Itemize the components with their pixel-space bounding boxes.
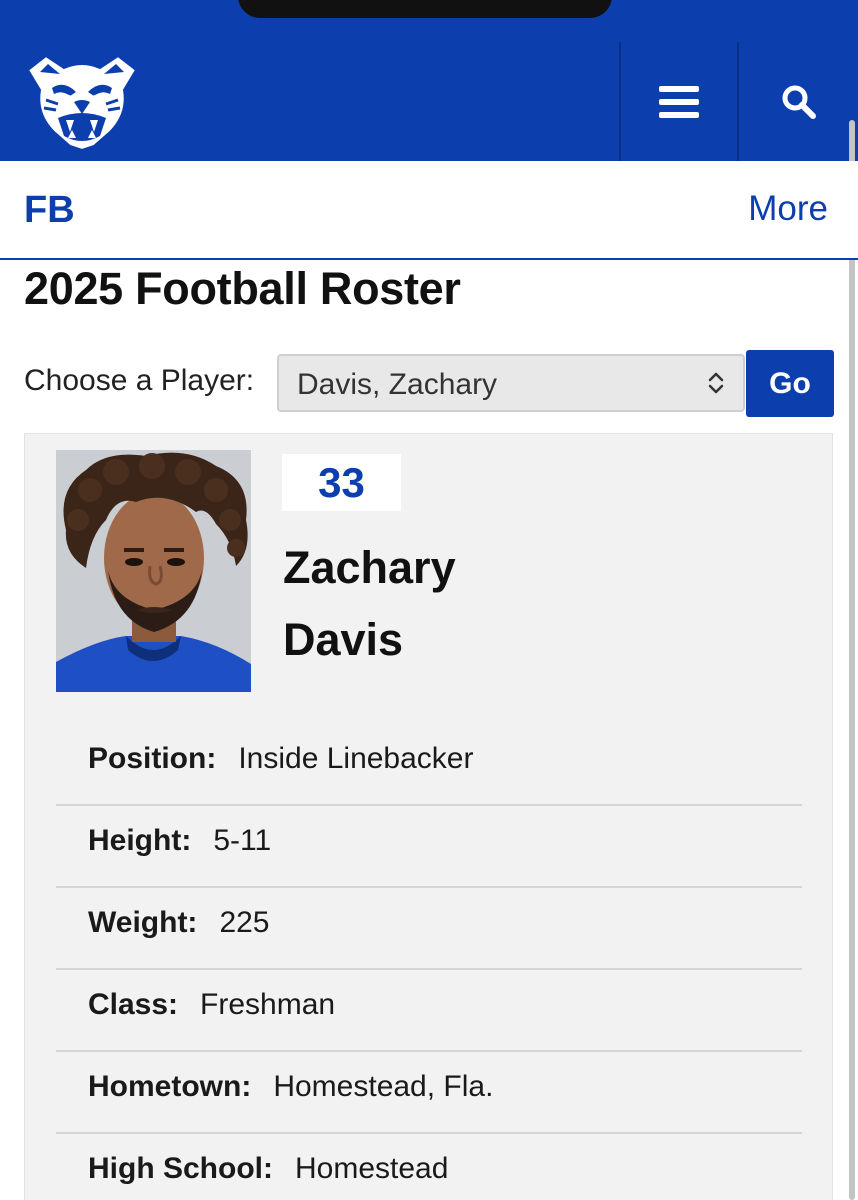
info-label: Weight: (88, 906, 198, 939)
info-row-high-school: High School: Homestead (56, 1134, 802, 1200)
info-row-class: Class: Freshman (56, 970, 802, 1052)
info-row-weight: Weight: 225 (56, 888, 802, 970)
hamburger-menu-icon (659, 85, 699, 118)
player-chooser-label: Choose a Player: (24, 364, 255, 397)
more-link[interactable]: More (748, 189, 828, 229)
device-notch (238, 0, 612, 18)
info-label: Position: (88, 742, 217, 775)
info-value: 5-11 (213, 824, 272, 857)
go-button[interactable]: Go (746, 350, 834, 417)
info-label: Class: (88, 988, 179, 1021)
panther-logo-icon[interactable] (24, 52, 140, 152)
page-title: 2025 Football Roster (24, 263, 461, 314)
sport-title[interactable]: FB (24, 189, 75, 232)
info-label: Hometown: (88, 1070, 252, 1103)
site-header (0, 0, 858, 161)
info-row-position: Position: Inside Linebacker (56, 724, 802, 806)
info-row-height: Height: 5-11 (56, 806, 802, 888)
info-value: Homestead, Fla. (273, 1070, 494, 1103)
player-last-name: Davis (283, 614, 404, 665)
search-icon (782, 85, 816, 119)
chevron-up-down-icon (708, 372, 724, 394)
player-select[interactable]: Davis, Zachary (277, 354, 745, 412)
info-row-hometown: Hometown: Homestead, Fla. (56, 1052, 802, 1134)
info-value: Inside Linebacker (238, 742, 474, 775)
jersey-number: 33 (282, 454, 401, 511)
page-scrollbar[interactable] (849, 120, 855, 1200)
player-headshot (56, 450, 251, 692)
player-first-name: Zachary (283, 542, 456, 593)
search-button[interactable] (739, 42, 858, 161)
info-label: Height: (88, 824, 192, 857)
info-value: Freshman (200, 988, 336, 1021)
player-select-value: Davis, Zachary (297, 368, 498, 401)
info-value: Homestead (294, 1152, 449, 1185)
info-label: High School: (88, 1152, 273, 1185)
sport-subnav: FB More (0, 161, 858, 260)
menu-button[interactable] (621, 42, 737, 161)
info-value: 225 (219, 906, 270, 939)
